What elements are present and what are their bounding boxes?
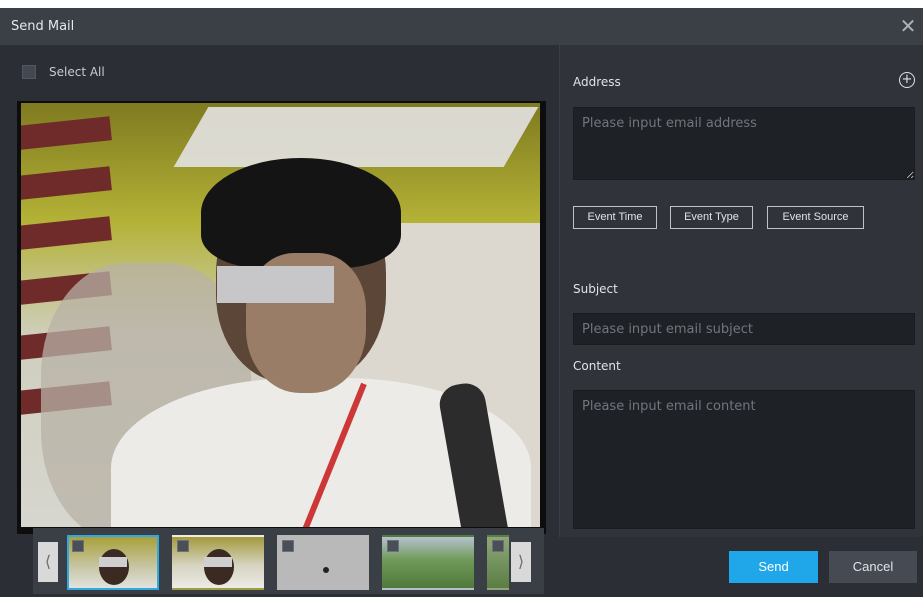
thumbnail-3[interactable] [277, 535, 369, 590]
thumbnail-strip: ⟨ ⟩ [33, 528, 544, 594]
hair [201, 158, 401, 268]
thumbnail-checkbox[interactable] [282, 540, 294, 552]
address-field[interactable] [573, 107, 915, 180]
content-label: Content [573, 359, 621, 373]
mail-form: Address + Event Time Event Type Event So… [560, 45, 923, 537]
event-time-tag[interactable]: Event Time [573, 206, 657, 229]
add-circle-icon[interactable]: + [899, 72, 915, 88]
thumbnail-5[interactable] [487, 535, 509, 590]
stripe [21, 166, 112, 204]
thumbnail-checkbox[interactable] [492, 540, 504, 552]
titlebar: Send Mail ✕ [0, 8, 923, 45]
subject-label: Subject [573, 282, 618, 296]
ceiling-light [173, 107, 539, 167]
snapshot-preview [17, 101, 546, 534]
stripe [21, 216, 112, 254]
thumbnail-1[interactable] [67, 535, 159, 590]
send-mail-dialog: Send Mail ✕ Select All ⟨ ⟩ Address + Ple… [0, 8, 923, 597]
prev-thumbnail-button[interactable]: ⟨ [38, 542, 58, 582]
thumb-person [99, 549, 129, 585]
thumb-person [204, 549, 234, 585]
dialog-title: Send Mail [11, 19, 75, 34]
subject-field[interactable] [573, 313, 915, 345]
checkbox-icon[interactable] [22, 65, 36, 79]
stripe [21, 116, 112, 154]
select-all-checkbox[interactable]: Select All [22, 65, 105, 79]
thumb-privacy-mask [99, 557, 127, 567]
person-snapshot-image [21, 103, 540, 527]
address-label: Address [573, 75, 621, 89]
thumb-privacy-mask [204, 557, 232, 567]
privacy-mask [217, 266, 334, 303]
dialog-footer: Send Cancel [559, 537, 923, 597]
thumb-dot [323, 567, 329, 573]
thumbnail-4[interactable] [382, 535, 474, 590]
event-type-tag[interactable]: Event Type [670, 206, 753, 229]
send-button[interactable]: Send [729, 551, 818, 583]
close-icon[interactable]: ✕ [898, 16, 918, 36]
thumbnail-checkbox[interactable] [72, 540, 84, 552]
thumbnail-2[interactable] [172, 535, 264, 590]
cancel-button[interactable]: Cancel [829, 551, 917, 583]
content-field[interactable] [573, 390, 915, 529]
attachments-panel: Select All ⟨ ⟩ [0, 45, 559, 597]
select-all-label: Select All [49, 65, 105, 79]
next-thumbnail-button[interactable]: ⟩ [511, 542, 531, 582]
thumbnail-checkbox[interactable] [387, 540, 399, 552]
thumbnail-checkbox[interactable] [177, 540, 189, 552]
event-source-tag[interactable]: Event Source [767, 206, 864, 229]
